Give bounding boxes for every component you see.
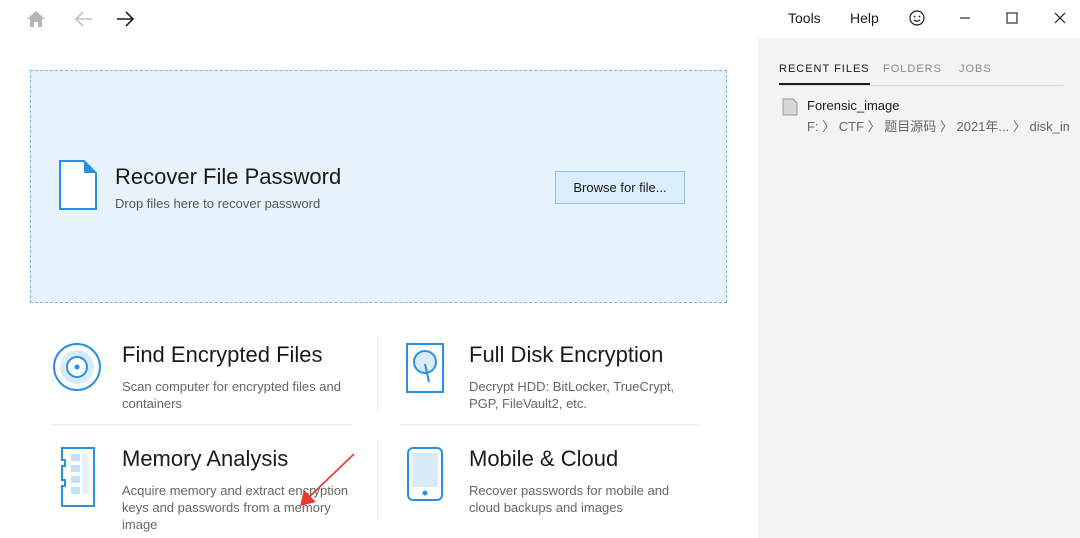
file-icon <box>59 160 97 210</box>
recent-file-name: Forensic_image <box>807 98 900 113</box>
arrow-left-icon <box>74 11 92 27</box>
forward-button[interactable] <box>112 6 138 32</box>
card-find-encrypted-files[interactable]: Find Encrypted Files Scan computer for e… <box>52 342 372 432</box>
card-title: Find Encrypted Files <box>122 342 323 367</box>
browse-for-file-button[interactable]: Browse for file... <box>555 171 685 204</box>
back-button[interactable] <box>71 6 97 32</box>
memory-module-icon <box>61 447 95 507</box>
card-description: Recover passwords for mobile and cloud b… <box>469 483 670 515</box>
card-mobile-cloud[interactable]: Mobile & Cloud Recover passwords for mob… <box>399 446 719 536</box>
card-description: Decrypt HDD: BitLocker, TrueCrypt, PGP, … <box>469 379 675 411</box>
disk-scan-icon <box>53 343 101 391</box>
card-divider-horizontal <box>52 424 352 425</box>
maximize-button[interactable] <box>997 4 1027 32</box>
feedback-button[interactable] <box>902 4 932 32</box>
side-tabs: RECENT FILES FOLDERS JOBS <box>779 62 1063 86</box>
maximize-icon <box>1006 12 1018 24</box>
home-icon <box>27 11 45 27</box>
title-bar: Tools Help <box>0 0 1080 38</box>
file-icon <box>782 98 798 116</box>
drop-zone-subtitle: Drop files here to recover password <box>115 196 321 211</box>
tab-folders[interactable]: FOLDERS <box>883 63 942 85</box>
recent-file-path: F: 〉 CTF 〉 题目源码 〉 2021年... 〉 disk_ima... <box>807 119 1069 134</box>
minimize-button[interactable] <box>950 4 980 32</box>
recent-file-item[interactable]: Forensic_image F: 〉 CTF 〉 题目源码 〉 2021年..… <box>780 96 1070 136</box>
main-panel: Recover File Password Drop files here to… <box>0 38 758 538</box>
drop-zone-title: Recover File Password <box>115 164 342 189</box>
menu-tools[interactable]: Tools <box>788 10 821 26</box>
drop-zone[interactable]: Recover File Password Drop files here to… <box>30 70 727 303</box>
card-divider-vertical <box>377 336 378 412</box>
close-button[interactable] <box>1045 4 1075 32</box>
menu-help[interactable]: Help <box>850 10 879 26</box>
arrow-right-icon <box>117 11 135 27</box>
card-description: Scan computer for encrypted files and co… <box>122 379 341 411</box>
side-panel: RECENT FILES FOLDERS JOBS Forensic_image… <box>758 38 1080 538</box>
hard-drive-icon <box>406 343 444 393</box>
tab-recent-files[interactable]: RECENT FILES <box>779 63 870 85</box>
card-full-disk-encryption[interactable]: Full Disk Encryption Decrypt HDD: BitLoc… <box>399 342 719 432</box>
mobile-phone-icon <box>407 447 443 501</box>
close-icon <box>1054 12 1066 24</box>
tab-jobs[interactable]: JOBS <box>959 63 992 85</box>
card-title: Full Disk Encryption <box>469 342 664 367</box>
card-title: Mobile & Cloud <box>469 446 619 471</box>
card-divider-vertical <box>377 440 378 520</box>
home-button[interactable] <box>23 6 49 32</box>
card-title: Memory Analysis <box>122 446 289 471</box>
minimize-icon <box>960 17 970 19</box>
card-divider-horizontal <box>399 424 699 425</box>
smiley-icon <box>909 10 925 26</box>
annotation-arrow <box>300 453 355 506</box>
